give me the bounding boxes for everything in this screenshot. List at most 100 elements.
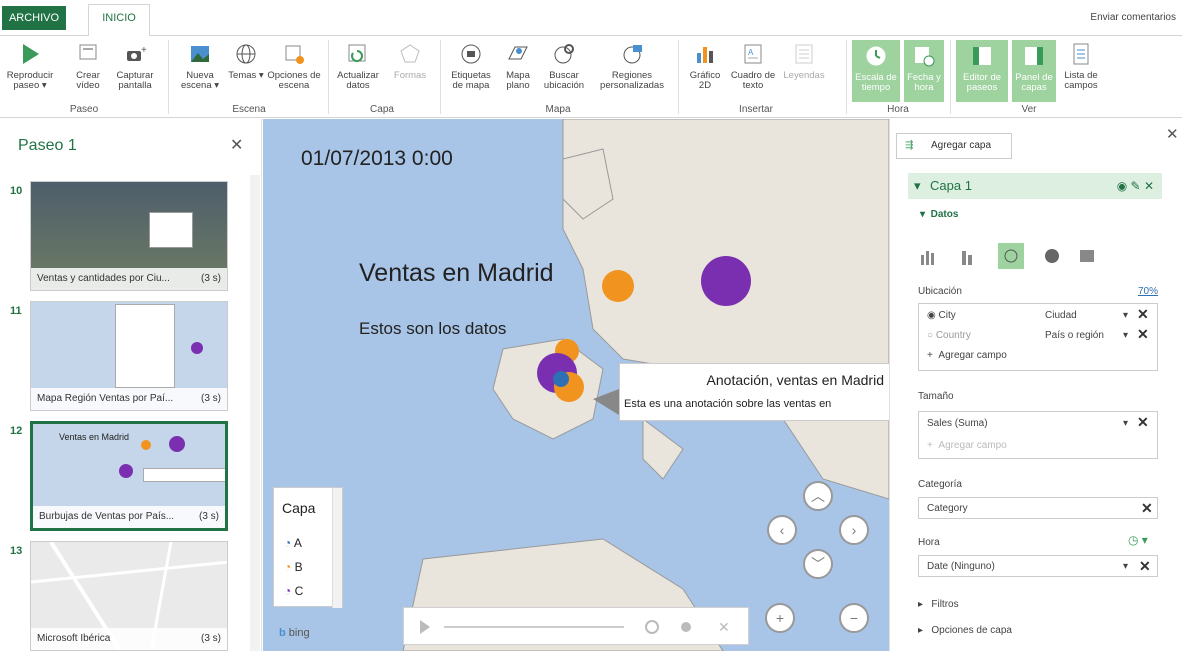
rotate-left-button[interactable]: ‹ <box>767 515 797 545</box>
dropdown-icon[interactable]: ▾ <box>1123 310 1128 321</box>
zoom-in-button[interactable]: + <box>765 603 795 633</box>
category-field[interactable]: Category <box>927 503 968 514</box>
dropdown-icon[interactable]: ▾ <box>1123 561 1128 572</box>
plus-icon: + <box>927 350 933 361</box>
chart-2d-button[interactable]: Gráfico 2D <box>686 40 724 91</box>
field-list-button[interactable]: Lista de campos <box>1060 40 1102 91</box>
expand-icon: ▸ <box>918 599 924 610</box>
layer-pane-button[interactable]: Panel de capas <box>1012 40 1056 102</box>
data-section-header[interactable]: ▾ Datos <box>920 209 958 220</box>
scene-number: 10 <box>10 185 23 197</box>
play-icon[interactable] <box>420 620 430 634</box>
text-box-button[interactable]: A Cuadro de texto <box>728 40 778 91</box>
remove-field-icon[interactable]: ✕ <box>1137 326 1149 343</box>
tilt-up-button[interactable]: ︿ <box>803 481 833 511</box>
refresh-data-button[interactable]: Actualizar datos <box>334 40 382 91</box>
time-line-button[interactable]: Escala de tiempo <box>852 40 900 102</box>
close-layer-pane-icon[interactable]: ✕ <box>1166 125 1179 143</box>
zoom-out-button[interactable]: − <box>839 603 869 633</box>
chevron-left-icon: ‹ <box>779 522 785 538</box>
ribbon: Reproducir paseo ▾ Crear vídeo + Captura… <box>0 36 1182 118</box>
map-legend[interactable]: Capa ◔ A ◔ B ◔ C <box>273 487 343 608</box>
tab-archivo[interactable]: ARCHIVO <box>2 6 66 30</box>
size-field[interactable]: Sales (Suma) <box>927 418 988 429</box>
scene-thumbnail[interactable]: Microsoft Ibérica (3 s) <box>30 541 228 651</box>
location-type-city[interactable]: Ciudad <box>1045 310 1077 321</box>
date-time-button[interactable]: Fecha y hora <box>904 40 944 102</box>
layer-options-section[interactable]: ▸ Opciones de capa <box>918 625 1012 636</box>
scene-thumbnail[interactable]: Ventas y cantidades por Ciu... (3 s) <box>30 181 228 291</box>
close-icon[interactable]: ✕ <box>718 619 730 635</box>
dropdown-icon[interactable]: ▾ <box>1123 330 1128 341</box>
add-field-link[interactable]: + Agregar campo <box>927 440 1007 451</box>
field-list-icon <box>1067 40 1095 68</box>
send-feedback-link[interactable]: Enviar comentarios <box>1090 12 1176 23</box>
play-icon <box>16 40 44 68</box>
tour-editor-button[interactable]: Editor de paseos <box>956 40 1008 102</box>
tour-pane-scrollbar[interactable] <box>250 175 260 651</box>
ribbon-separator <box>440 40 441 114</box>
ribbon-separator <box>846 40 847 114</box>
scene-thumbnail[interactable]: Mapa Región Ventas por Paí... (3 s) <box>30 301 228 411</box>
layer-actions-icons[interactable]: ◉ ✎ ✕ <box>1117 173 1154 199</box>
map-bubble[interactable] <box>553 371 569 387</box>
location-row-country[interactable]: ○ Country <box>927 330 971 341</box>
collapse-icon[interactable]: ▾ <box>914 173 921 199</box>
remove-field-icon[interactable]: ✕ <box>1139 558 1151 575</box>
settings-icon[interactable] <box>681 622 691 632</box>
legend-item-label: C <box>294 584 304 598</box>
radio-selected-icon[interactable]: ◉ <box>927 310 936 321</box>
group-insert-name: Insertar <box>739 104 773 115</box>
heat-map-icon[interactable] <box>1045 249 1059 263</box>
new-scene-button[interactable]: Nueva escena ▾ <box>176 40 224 91</box>
tab-inicio[interactable]: INICIO <box>88 4 150 37</box>
time-field[interactable]: Date (Ninguno) <box>927 561 995 572</box>
create-video-button[interactable]: Crear vídeo <box>70 40 106 91</box>
tilt-down-button[interactable]: ﹀ <box>803 549 833 579</box>
location-row-city[interactable]: ◉ City <box>927 310 956 321</box>
legend-item-c: ◔ C <box>284 584 303 598</box>
remove-field-icon[interactable]: ✕ <box>1141 500 1153 517</box>
close-tour-pane-icon[interactable]: ✕ <box>230 135 243 155</box>
capture-screen-button[interactable]: + Capturar pantalla <box>112 40 158 91</box>
legend-scrollbar[interactable] <box>332 488 342 608</box>
layer-header[interactable]: ▾ Capa 1 ◉ ✎ ✕ <box>908 173 1162 199</box>
custom-regions-button[interactable]: Regiones personalizadas <box>594 40 670 91</box>
region-icon[interactable] <box>1080 250 1094 262</box>
map-bubble[interactable] <box>701 256 751 306</box>
map-viewport[interactable]: 01/07/2013 0:00 Ventas en Madrid Estos s… <box>263 119 889 651</box>
location-confidence[interactable]: 70% <box>1138 286 1158 297</box>
add-field-link[interactable]: + Agregar campo <box>927 350 1007 361</box>
clustered-column-icon[interactable] <box>962 251 966 265</box>
tour-editor-pane: Paseo 1 ✕ 10 Ventas y cantidades por Ciu… <box>0 119 262 651</box>
clock-icon[interactable]: ◷ ▾ <box>1128 533 1148 547</box>
scene-thumbnail-selected[interactable]: Ventas en Madrid Burbujas de Ventas por … <box>30 421 228 531</box>
group-tour-name: Paseo <box>69 104 99 115</box>
remove-field-icon[interactable]: ✕ <box>1137 414 1149 431</box>
bubble-icon[interactable] <box>998 243 1024 269</box>
map-annotation[interactable]: Anotación, ventas en Madrid Esta es una … <box>619 363 889 421</box>
add-layer-button[interactable]: ⇶ Agregar capa <box>896 133 1012 159</box>
scene-options-button[interactable]: Opciones de escena <box>266 40 322 91</box>
find-location-button[interactable]: Buscar ubicación <box>540 40 588 91</box>
remove-field-icon[interactable]: ✕ <box>1137 306 1149 323</box>
legend-title: Capa <box>282 500 316 516</box>
dropdown-icon[interactable]: ▾ <box>1123 418 1128 429</box>
filters-section[interactable]: ▸ Filtros <box>918 599 959 610</box>
map-labels-button[interactable]: Etiquetas de mapa <box>446 40 496 91</box>
radio-icon[interactable]: ○ <box>927 330 933 341</box>
shapes-icon <box>396 40 424 68</box>
legends-button[interactable]: Leyendas <box>782 40 826 81</box>
shapes-button[interactable]: Formas <box>390 40 430 81</box>
rotate-right-button[interactable]: › <box>839 515 869 545</box>
map-bubble[interactable] <box>602 270 634 302</box>
repeat-icon[interactable] <box>645 620 659 634</box>
themes-button[interactable]: Temas ▾ <box>228 40 264 81</box>
play-tour-button[interactable]: Reproducir paseo ▾ <box>4 40 56 91</box>
legend-item-a: ◔ A <box>284 536 302 550</box>
tour-title: Paseo 1 <box>18 137 77 154</box>
location-type-country[interactable]: País o región <box>1045 330 1104 341</box>
flat-map-button[interactable]: Mapa plano <box>500 40 536 91</box>
group-time-name: Hora <box>887 104 909 115</box>
plus-icon: + <box>775 610 785 626</box>
